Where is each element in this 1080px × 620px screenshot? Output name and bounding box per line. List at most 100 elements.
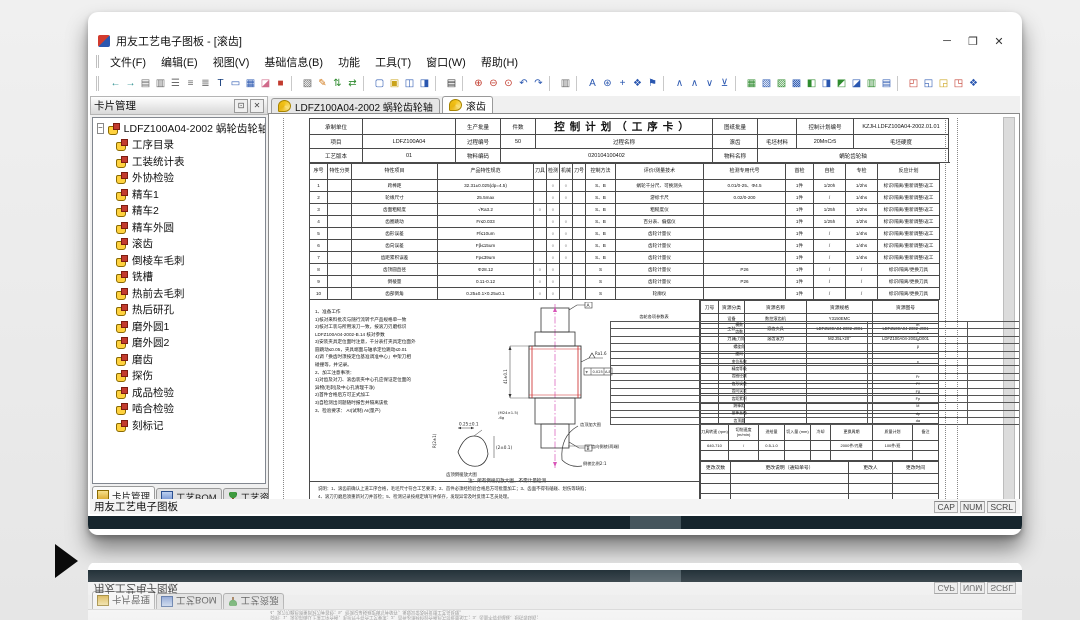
new-file-icon[interactable]: ▢ [373, 77, 386, 90]
split-cells-icon[interactable]: ◨ [820, 77, 833, 90]
redo-icon[interactable]: ↷ [532, 77, 545, 90]
tree-item[interactable]: − LDFZ100A04-2002 蜗轮齿轮轴 [93, 120, 265, 137]
edit-icon[interactable]: ✎ [316, 77, 329, 90]
zoom-fit-icon[interactable]: ⊙ [502, 77, 515, 90]
move-bottom-icon[interactable]: ⊻ [718, 77, 731, 90]
capture-icon[interactable]: ▧ [301, 77, 314, 90]
symbol-icon[interactable]: ⊛ [601, 77, 614, 90]
tree-item[interactable]: 工序目录 [93, 137, 265, 154]
clipboard-icon[interactable]: ▥ [559, 77, 572, 90]
toolbar-separator[interactable] [462, 76, 468, 91]
toolbar-separator[interactable] [549, 76, 555, 91]
tree-item[interactable]: 精车1 [93, 186, 265, 203]
toolbar-separator[interactable] [663, 76, 669, 91]
toolbar-separator[interactable] [363, 76, 369, 91]
copy-card-icon[interactable]: ◰ [907, 77, 920, 90]
paste-card-icon[interactable]: ◲ [937, 77, 950, 90]
tree-item[interactable]: 刻标记 [93, 417, 265, 434]
toolbar-grip[interactable] [96, 76, 104, 91]
tree-item[interactable]: 精车外圆 [93, 219, 265, 236]
export-icon[interactable]: ⇄ [346, 77, 359, 90]
tree-item[interactable]: 外协检验 [93, 170, 265, 187]
col-width-icon[interactable]: ◪ [850, 77, 863, 90]
move-top-icon[interactable]: ∧ [688, 77, 701, 90]
tree-item[interactable]: 热前去毛刺 [93, 285, 265, 302]
menu-item[interactable]: 编辑(E) [161, 54, 198, 70]
back-icon[interactable]: ← [109, 77, 122, 90]
tree-item[interactable]: 铣槽 [93, 269, 265, 286]
tree-item[interactable]: 探伤 [93, 368, 265, 385]
help-icon[interactable]: ❖ [967, 77, 980, 90]
toolbar-separator[interactable] [897, 76, 903, 91]
align-bottom-icon[interactable]: ≣ [199, 77, 212, 90]
menu-item[interactable]: 工具(T) [375, 54, 411, 70]
zoom-out-icon[interactable]: ⊖ [487, 77, 500, 90]
delete-row-icon[interactable]: ▨ [775, 77, 788, 90]
open-file-icon[interactable]: ▣ [388, 77, 401, 90]
menu-item[interactable]: 基础信息(B) [264, 54, 323, 70]
font-icon[interactable]: A [586, 77, 599, 90]
save-all-icon[interactable]: ◨ [418, 77, 431, 90]
menu-item[interactable]: 帮助(H) [481, 54, 518, 70]
tree-item[interactable]: 倒棱车毛刺 [93, 252, 265, 269]
play-triangle-icon[interactable] [55, 544, 78, 578]
toolbar-separator[interactable] [576, 76, 582, 91]
tree-item[interactable]: 精车2 [93, 203, 265, 220]
toolbar-separator[interactable] [291, 76, 297, 91]
expander-icon[interactable]: − [97, 123, 104, 134]
row-height-icon[interactable]: ◩ [835, 77, 848, 90]
align-top-icon[interactable]: ☰ [169, 77, 182, 90]
delete-col-icon[interactable]: ▩ [790, 77, 803, 90]
cross-icon[interactable]: + [616, 77, 629, 90]
tree-item[interactable]: 磨齿 [93, 351, 265, 368]
toolbar-separator[interactable] [735, 76, 741, 91]
import-icon[interactable]: ⇅ [331, 77, 344, 90]
tree-item[interactable]: 热后研孔 [93, 302, 265, 319]
table-style-icon[interactable]: ▥ [865, 77, 878, 90]
card-list-icon[interactable]: ▤ [139, 77, 152, 90]
insert-col-icon[interactable]: ▧ [760, 77, 773, 90]
print-icon[interactable]: ▤ [445, 77, 458, 90]
document-tab[interactable]: LDFZ100A04-2002 蜗轮齿轮轴 [271, 98, 440, 113]
rectangle-tool-icon[interactable]: ▭ [229, 77, 242, 90]
flag-icon[interactable]: ⚑ [646, 77, 659, 90]
toolbar-separator[interactable] [435, 76, 441, 91]
restore-button[interactable]: ❐ [960, 35, 986, 48]
duplicate-icon[interactable]: ◱ [922, 77, 935, 90]
tree-item[interactable]: 工装统计表 [93, 153, 265, 170]
document-tab[interactable]: 滚齿 [442, 96, 493, 113]
diamond-icon[interactable]: ❖ [631, 77, 644, 90]
minimize-button[interactable]: ─ [934, 35, 960, 47]
tree-item[interactable]: 啮合检验 [93, 401, 265, 418]
close-button[interactable]: ✕ [986, 35, 1012, 48]
menu-item[interactable]: 窗口(W) [426, 54, 466, 70]
zoom-in-icon[interactable]: ⊕ [472, 77, 485, 90]
link-icon[interactable]: ◳ [952, 77, 965, 90]
eraser-icon[interactable]: ◪ [259, 77, 272, 90]
move-up-icon[interactable]: ∧ [673, 77, 686, 90]
tree-item[interactable]: 成品检验 [93, 384, 265, 401]
properties-icon[interactable]: ▥ [154, 77, 167, 90]
text-tool-icon[interactable]: T [214, 77, 227, 90]
move-down-icon[interactable]: ∨ [703, 77, 716, 90]
param-name: 精度等级 [611, 366, 868, 373]
tree-item[interactable]: 磨外圆1 [93, 318, 265, 335]
vertical-scrollbar[interactable] [1003, 117, 1015, 500]
panel-close-icon[interactable]: ✕ [250, 99, 264, 113]
fill-icon[interactable]: ■ [274, 77, 287, 90]
undo-icon[interactable]: ↶ [517, 77, 530, 90]
merge-cells-icon[interactable]: ◧ [805, 77, 818, 90]
menu-item[interactable]: 视图(V) [213, 54, 250, 70]
table-tool-icon[interactable]: ▦ [244, 77, 257, 90]
menu-item[interactable]: 功能 [338, 54, 360, 70]
table-border-icon[interactable]: ▤ [880, 77, 893, 90]
tree-item[interactable]: 磨外圆2 [93, 335, 265, 352]
insert-row-icon[interactable]: ▦ [745, 77, 758, 90]
tree-item[interactable]: 滚齿 [93, 236, 265, 253]
forward-icon[interactable]: → [124, 77, 137, 90]
align-middle-icon[interactable]: ≡ [184, 77, 197, 90]
workspace[interactable]: 承制单位 生产批量 件数 控制计划（工序卡） 图纸批量 控制计划编号 KZJH.… [268, 113, 1020, 504]
save-icon[interactable]: ◫ [403, 77, 416, 90]
dock-icon[interactable]: ⊡ [234, 99, 248, 113]
menu-item[interactable]: 文件(F) [110, 54, 146, 70]
